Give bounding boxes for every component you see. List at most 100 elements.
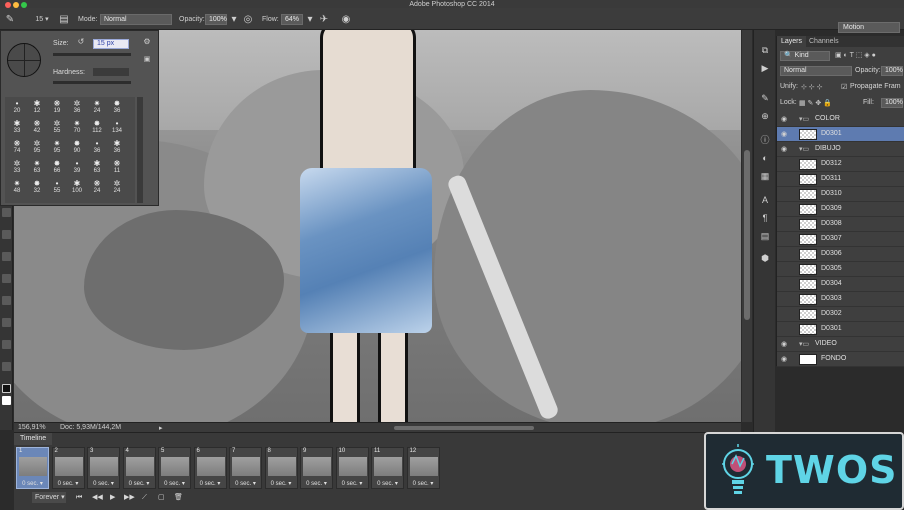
brush-preset[interactable]: ✷ 95 <box>49 139 65 155</box>
timeline-frame[interactable]: 11 0 sec. ▾ <box>371 447 404 489</box>
brush-panel-toggle-icon[interactable]: ▤ <box>58 13 70 26</box>
play-icon[interactable]: ▶ <box>110 492 115 503</box>
timeline-frame[interactable]: 12 0 sec. ▾ <box>406 447 440 489</box>
visibility-eye-icon[interactable] <box>781 325 790 334</box>
brush-preset[interactable]: ✱ 100 <box>69 179 85 195</box>
mode-select[interactable]: Normal <box>100 14 172 25</box>
frame-delay[interactable]: 0 sec. ▾ <box>266 480 297 487</box>
background-color-swatch[interactable] <box>2 396 11 405</box>
brush-preset[interactable]: ✸ 90 <box>69 139 85 155</box>
brush-size-slider[interactable] <box>53 53 131 56</box>
flow-field[interactable]: 64% <box>281 14 303 25</box>
adjustments-panel-icon[interactable]: ◐ <box>759 152 771 164</box>
visibility-eye-icon[interactable]: ◉ <box>781 115 790 124</box>
visibility-eye-icon[interactable]: ◉ <box>781 145 790 154</box>
visibility-eye-icon[interactable] <box>781 250 790 259</box>
brush-preset[interactable]: ❋ 11 <box>109 159 125 175</box>
canvas-horizontal-scrollbar[interactable] <box>394 426 534 430</box>
paragraph-panel-icon[interactable]: ¶ <box>759 212 771 224</box>
layer-group-row[interactable]: ◉ ▾▭ COLOR <box>777 112 904 127</box>
layer-row[interactable]: D0306 <box>777 247 904 262</box>
tab-layers[interactable]: Layers <box>777 36 807 47</box>
brush-preset[interactable]: ✱ 12 <box>29 99 45 115</box>
visibility-eye-icon[interactable] <box>781 220 790 229</box>
filter-icons[interactable]: ▣ ◐ T ⬚ ◈ ● <box>835 51 876 59</box>
timeline-frame[interactable]: 2 0 sec. ▾ <box>51 447 85 489</box>
layer-group-row[interactable]: ◉ ▾▭ VIDEO <box>777 337 904 352</box>
marquee-tool-icon[interactable] <box>2 230 11 239</box>
frame-delay[interactable]: 0 sec. ▾ <box>337 480 368 487</box>
brush-preset[interactable]: ✷ 24 <box>89 99 105 115</box>
visibility-eye-icon[interactable] <box>781 160 790 169</box>
layer-row[interactable]: ◉ D0301 <box>777 127 904 142</box>
brush-preset[interactable]: ✸ 36 <box>109 99 125 115</box>
eraser-tool-icon[interactable] <box>2 362 11 371</box>
layer-row[interactable]: D0303 <box>777 292 904 307</box>
brush-preset[interactable]: ✲ 24 <box>109 179 125 195</box>
move-tool-icon[interactable] <box>2 208 11 217</box>
tab-channels[interactable]: Channels <box>805 36 843 47</box>
fill-field[interactable]: 100% <box>881 98 903 108</box>
layer-row[interactable]: D0301 <box>777 322 904 337</box>
timeline-frame[interactable]: 5 0 sec. ▾ <box>158 447 191 489</box>
timeline-tab[interactable]: Timeline <box>14 433 53 445</box>
layer-row[interactable]: D0311 <box>777 172 904 187</box>
brush-preset[interactable]: ❋ 42 <box>29 119 45 135</box>
crop-tool-icon[interactable] <box>2 274 11 283</box>
visibility-eye-icon[interactable] <box>781 265 790 274</box>
brush-preset[interactable]: ✷ 70 <box>69 119 85 135</box>
workspace-switcher[interactable]: Motion <box>838 22 900 33</box>
frame-delay[interactable]: 0 sec. ▾ <box>372 480 403 487</box>
brush-size-field[interactable]: 15 px <box>93 39 129 49</box>
info-panel-icon[interactable]: ⓘ <box>759 134 771 146</box>
layer-row[interactable]: D0308 <box>777 217 904 232</box>
unify-icons[interactable]: ⊹ ⊹ ⊹ <box>801 83 823 91</box>
frame-delay[interactable]: 0 sec. ▾ <box>53 480 84 487</box>
brush-preset[interactable]: ✸ 112 <box>89 119 105 135</box>
brush-preset[interactable]: ✱ 63 <box>89 159 105 175</box>
brush-preset[interactable]: • 39 <box>69 159 85 175</box>
frame-delay[interactable]: 0 sec. ▾ <box>230 480 261 487</box>
first-frame-icon[interactable]: ⏮ <box>76 492 82 503</box>
layer-row[interactable]: D0304 <box>777 277 904 292</box>
timeline-frame[interactable]: 7 0 sec. ▾ <box>229 447 262 489</box>
tween-icon[interactable]: ⟋ <box>142 492 147 503</box>
brush-preset-picker[interactable]: 15 ▾ <box>32 13 52 26</box>
visibility-eye-icon[interactable] <box>781 280 790 289</box>
brush-tool-icon[interactable]: ✎ <box>4 13 16 26</box>
layer-row[interactable]: D0312 <box>777 157 904 172</box>
brush-hardness-slider[interactable] <box>53 81 131 84</box>
healing-tool-icon[interactable] <box>2 318 11 327</box>
zoom-level[interactable]: 156,91% <box>18 424 46 431</box>
brush-hardness-field[interactable] <box>93 68 129 76</box>
timeline-frame[interactable]: 8 0 sec. ▾ <box>264 447 298 489</box>
brush-preset[interactable]: ✲ 95 <box>29 139 45 155</box>
frame-delay[interactable]: 0 sec. ▾ <box>88 480 119 487</box>
blend-mode-select[interactable]: Normal <box>780 66 852 76</box>
clone-source-icon[interactable]: ⊕ <box>759 110 771 122</box>
brush-angle-preview[interactable] <box>7 43 41 77</box>
filter-kind-select[interactable]: 🔍 Kind <box>780 51 830 61</box>
vertical-scroll-thumb[interactable] <box>744 150 750 320</box>
flow-dropdown-icon[interactable]: ▾ <box>304 13 316 26</box>
timeline-frame[interactable]: 1 0 sec. ▾ <box>16 447 49 489</box>
histogram-panel-icon[interactable]: ▦ <box>759 170 771 182</box>
visibility-eye-icon[interactable] <box>781 310 790 319</box>
brush-preset[interactable]: ✷ 63 <box>29 159 45 175</box>
brush-preset[interactable]: • 55 <box>49 179 65 195</box>
brush-preset[interactable]: ✷ 48 <box>9 179 25 195</box>
visibility-eye-icon[interactable] <box>781 205 790 214</box>
propagate-checkbox[interactable]: ☑ <box>841 83 847 91</box>
brush-panel-icon[interactable]: ✎ <box>759 92 771 104</box>
layer-group-row[interactable]: ◉ ▾▭ DIBUJO <box>777 142 904 157</box>
previous-frame-icon[interactable]: ◀◀ <box>92 492 103 503</box>
timeline-frame[interactable]: 6 0 sec. ▾ <box>193 447 227 489</box>
frame-delay[interactable]: 0 sec. ▾ <box>159 480 190 487</box>
brush-preset[interactable]: ✸ 32 <box>29 179 45 195</box>
eyedropper-tool-icon[interactable] <box>2 296 11 305</box>
layer-row[interactable]: D0307 <box>777 232 904 247</box>
visibility-eye-icon[interactable] <box>781 190 790 199</box>
loop-select[interactable]: Forever ▾ <box>32 492 66 503</box>
brush-preset[interactable]: ✲ 33 <box>9 159 25 175</box>
brush-preset[interactable]: • 36 <box>89 139 105 155</box>
